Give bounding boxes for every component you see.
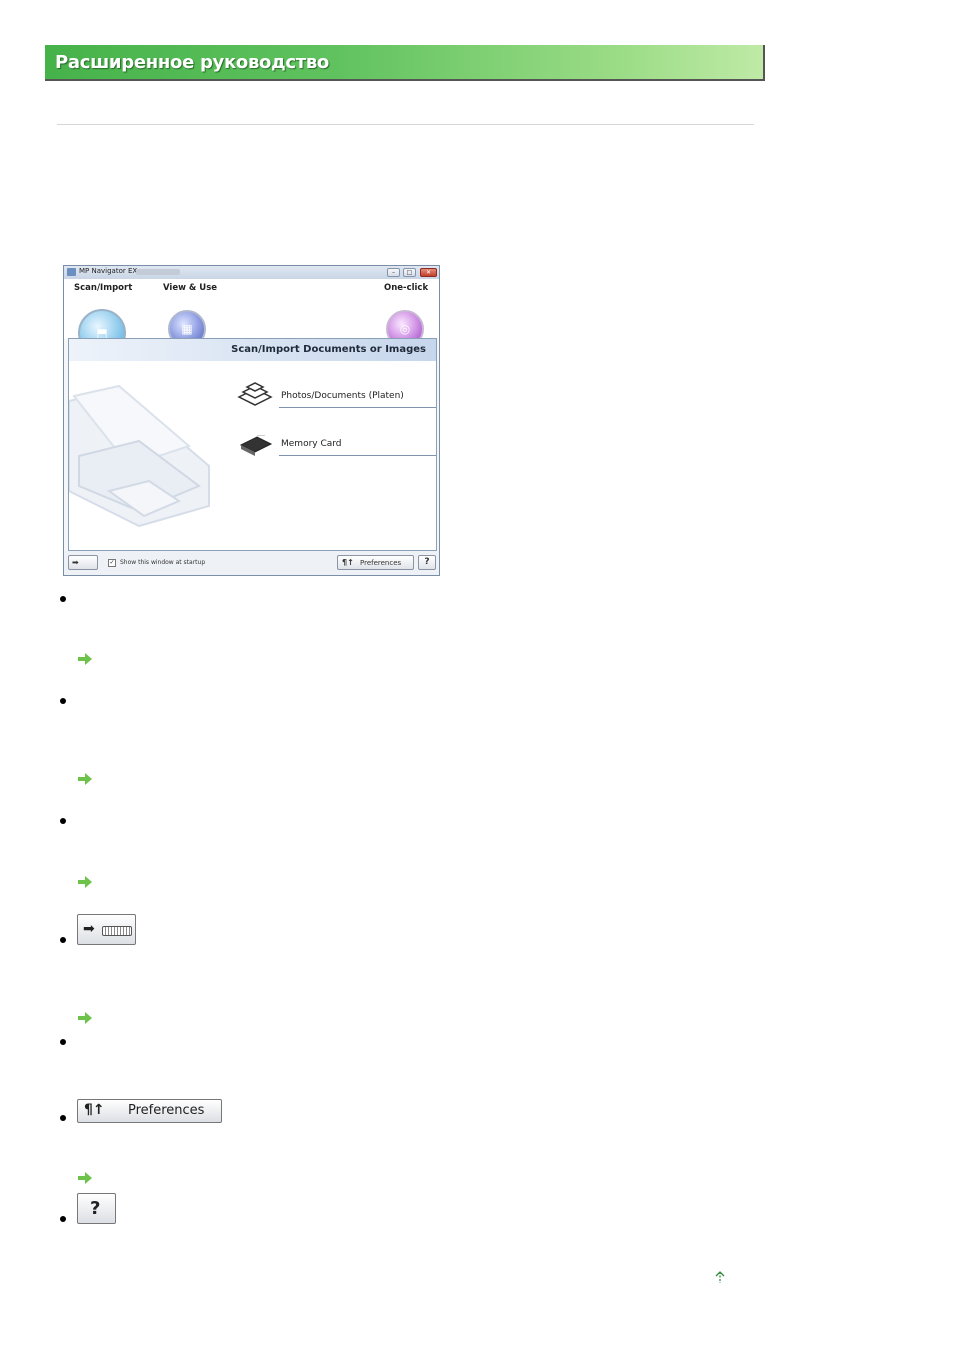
tab-one-click[interactable]: One-click	[384, 283, 428, 293]
close-icon[interactable]: ✕	[420, 268, 437, 277]
version-blur	[136, 269, 180, 275]
svg-text:‥‥: ‥‥	[257, 431, 265, 438]
navigator-window-screenshot: MP Navigator EX – □ ✕ Scan/Import View &…	[63, 265, 440, 576]
help-label: ?	[90, 1198, 101, 1219]
arrow-right-icon: ➡	[72, 558, 79, 567]
page-top-icon[interactable]	[714, 1270, 726, 1284]
bullet	[60, 1039, 66, 1045]
link-arrow-icon[interactable]	[78, 653, 92, 665]
bullet	[60, 937, 66, 943]
divider	[57, 124, 754, 125]
link-arrow-icon[interactable]	[78, 1012, 92, 1024]
preferences-label: Preferences	[360, 559, 402, 567]
switch-mode-button-large: ➡	[77, 914, 136, 945]
tab-scan-import[interactable]: Scan/Import	[74, 283, 132, 293]
minimize-icon[interactable]: –	[387, 268, 400, 277]
tools-icon: ¶↑	[84, 1102, 105, 1118]
manual-title: Расширенное руководство	[55, 52, 329, 73]
device-icon	[102, 926, 132, 936]
window-title: MP Navigator EX	[79, 267, 138, 275]
tab-view-use[interactable]: View & Use	[163, 283, 217, 293]
switch-mode-button[interactable]: ➡	[68, 555, 98, 570]
option-memory-card[interactable]: Memory Card	[279, 437, 436, 456]
maximize-icon[interactable]: □	[403, 268, 416, 277]
panel-header: Scan/Import Documents or Images	[69, 339, 436, 361]
manual-header-banner: Расширенное руководство	[45, 45, 765, 81]
bullet	[60, 1216, 66, 1222]
preferences-label: Preferences	[128, 1103, 205, 1118]
startup-checkbox-label: Show this window at startup	[120, 559, 206, 566]
scan-import-panel: Scan/Import Documents or Images Photos/D…	[68, 338, 437, 551]
option-label: Photos/Documents (Platen)	[281, 391, 404, 401]
window-statusbar: ➡ ✓ Show this window at startup ¶↑ Prefe…	[64, 551, 439, 575]
option-photos-documents[interactable]: Photos/Documents (Platen)	[279, 389, 436, 408]
link-arrow-icon[interactable]	[78, 1172, 92, 1184]
scanner-illustration	[69, 384, 210, 528]
documents-icon[interactable]	[237, 381, 273, 411]
preferences-button-large: ¶↑ Preferences	[77, 1099, 222, 1123]
option-label: Memory Card	[281, 439, 342, 449]
link-arrow-icon[interactable]	[78, 773, 92, 785]
bullet	[60, 1115, 66, 1121]
app-icon	[67, 268, 76, 276]
bullet	[60, 698, 66, 704]
bullet	[60, 818, 66, 824]
arrow-right-icon: ➡	[83, 921, 95, 937]
link-arrow-icon[interactable]	[78, 876, 92, 888]
window-titlebar: MP Navigator EX – □ ✕	[64, 266, 439, 279]
bullet	[60, 596, 66, 602]
tools-icon: ¶↑	[342, 558, 354, 567]
help-button-large: ?	[77, 1193, 116, 1224]
preferences-button[interactable]: ¶↑ Preferences	[337, 555, 414, 570]
help-button[interactable]: ?	[418, 555, 436, 570]
mode-tabs: Scan/Import View & Use One-click ⬒ ▦ ◎	[64, 279, 439, 357]
memory-card-icon[interactable]: ‥‥	[237, 431, 273, 461]
panel-title: Scan/Import Documents or Images	[231, 344, 426, 355]
startup-checkbox[interactable]: ✓	[108, 559, 116, 567]
